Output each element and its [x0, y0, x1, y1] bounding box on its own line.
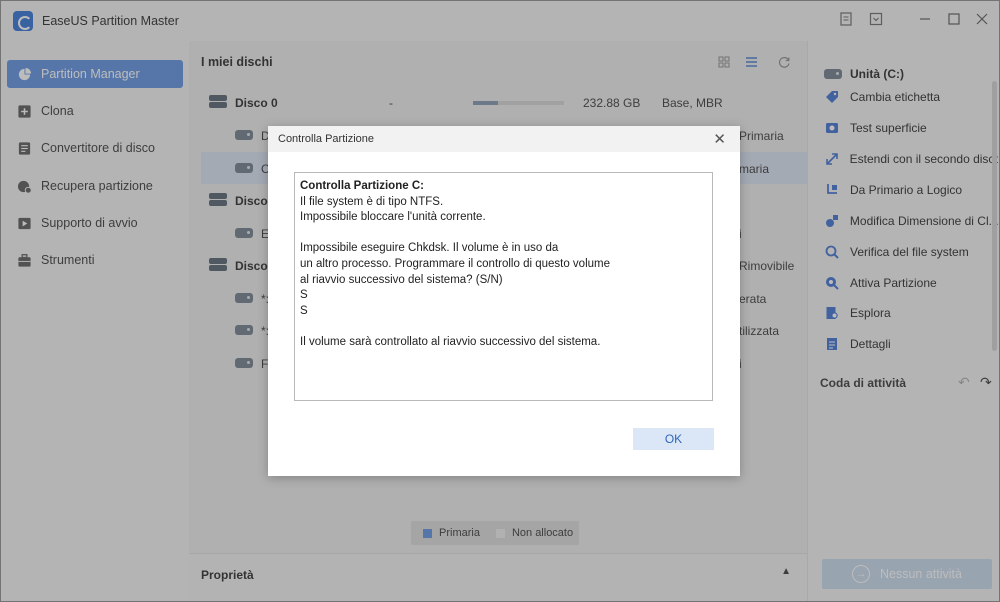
dialog-line — [300, 226, 707, 242]
close-icon[interactable]: ✕ — [713, 130, 726, 148]
dialog-line: Controlla Partizione C: — [300, 180, 424, 192]
dialog-line: un altro processo. Programmare il contro… — [300, 257, 611, 270]
dialog-header: Controlla Partizione ✕ — [268, 126, 740, 152]
dialog-output-box: Controlla Partizione C: Il file system è… — [294, 172, 713, 401]
dialog-line: S — [300, 289, 308, 302]
check-partition-dialog: Controlla Partizione ✕ Controlla Partizi… — [268, 126, 740, 476]
dialog-line — [300, 319, 707, 335]
dialog-line: Il volume sarà controllato al riavvio su… — [300, 335, 601, 348]
dialog-line: Impossibile eseguire Chkdsk. Il volume è… — [300, 242, 559, 255]
dialog-line: Impossibile bloccare l'unità corrente. — [300, 211, 486, 224]
dialog-title: Controlla Partizione — [278, 133, 374, 145]
dialog-line: S — [300, 304, 308, 317]
dialog-line: al riavvio successivo del sistema? (S/N) — [300, 273, 503, 286]
dialog-line: Il file system è di tipo NTFS. — [300, 195, 444, 208]
ok-button[interactable]: OK — [633, 428, 714, 450]
